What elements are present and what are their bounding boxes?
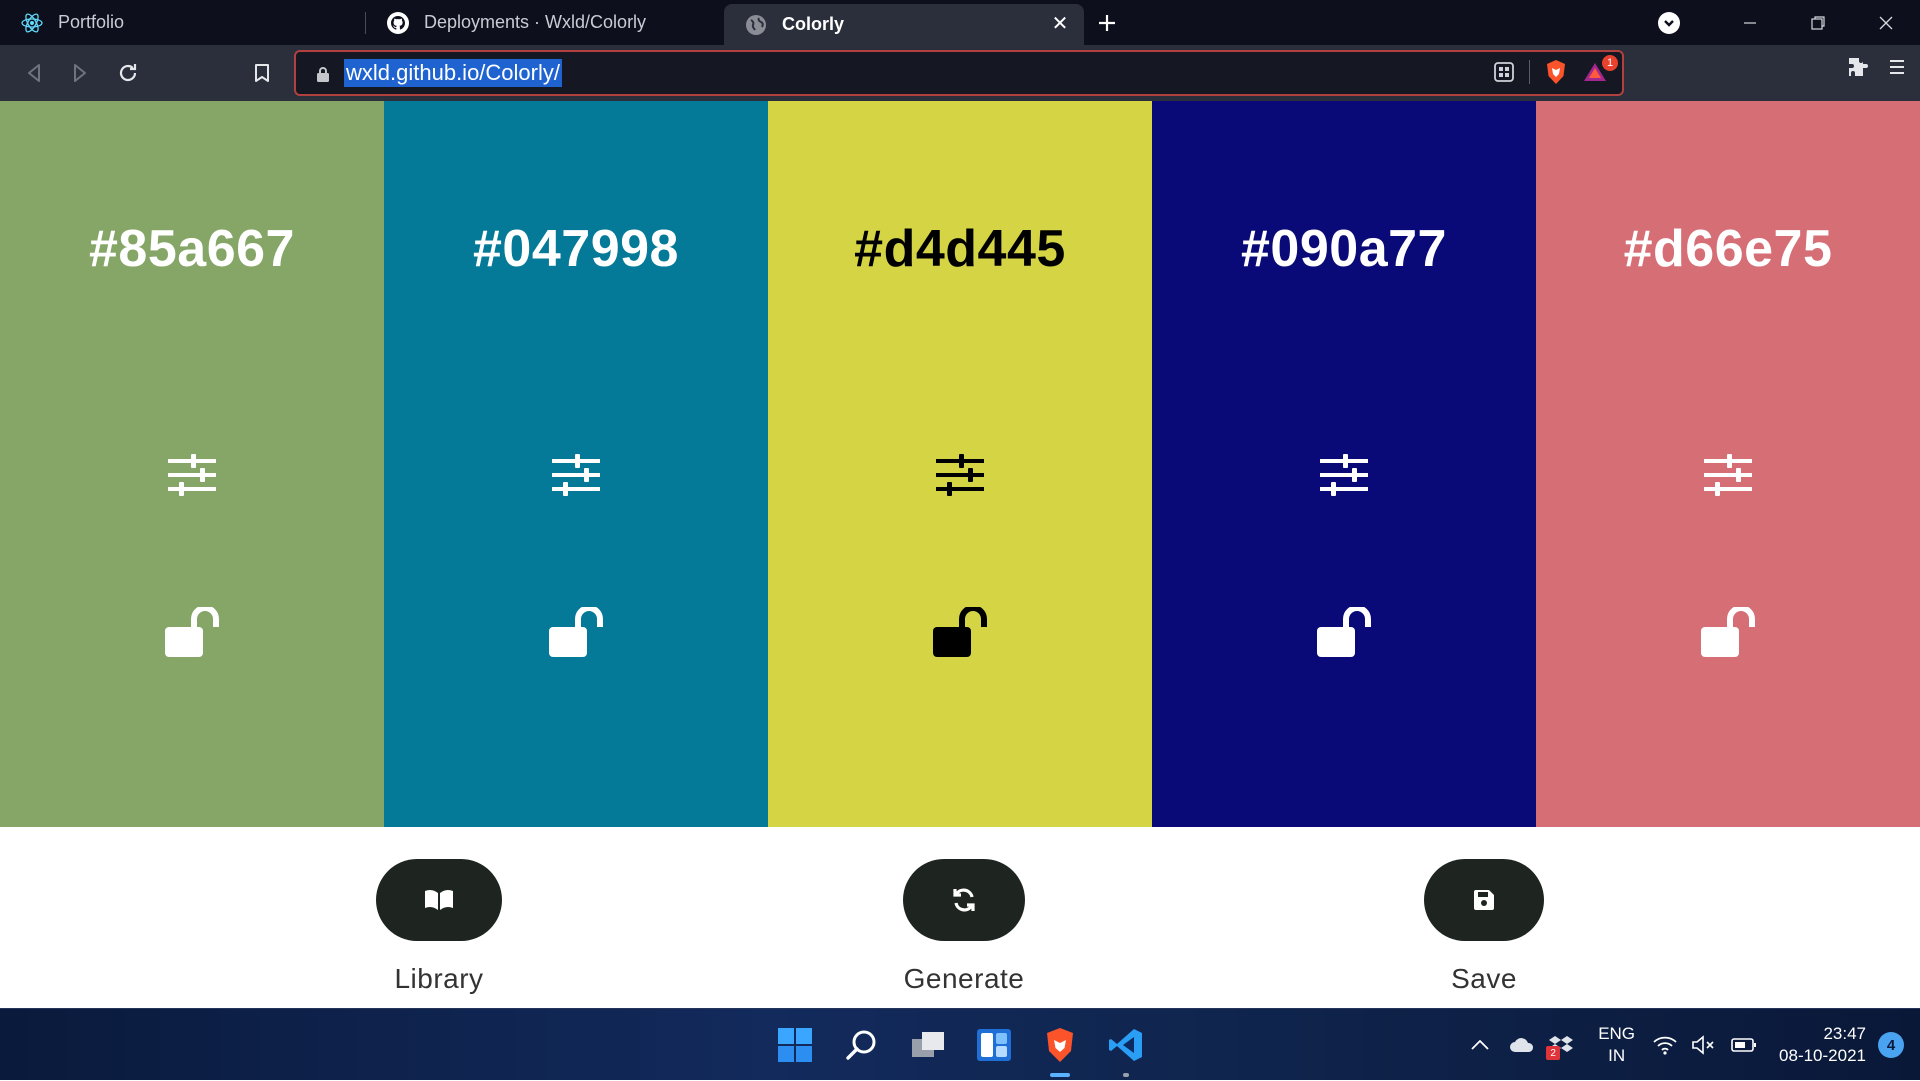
windows-start-icon[interactable] bbox=[773, 1023, 817, 1067]
adjust-sliders-icon[interactable] bbox=[1703, 453, 1753, 497]
brave-rewards-icon[interactable]: 1 bbox=[1582, 55, 1618, 83]
color-column: #d4d445 bbox=[768, 101, 1152, 827]
extensions-icon[interactable] bbox=[1846, 55, 1870, 79]
forward-icon[interactable] bbox=[62, 55, 98, 91]
new-tab-button[interactable] bbox=[1084, 0, 1130, 45]
tab-colorly[interactable]: Colorly ✕ bbox=[724, 4, 1084, 45]
library-label: Library bbox=[394, 963, 484, 994]
generate-label: Generate bbox=[903, 963, 1025, 994]
adjust-sliders-icon[interactable] bbox=[1319, 453, 1369, 497]
tab-title: Deployments · Wxld/Colorly bbox=[424, 12, 647, 32]
volume-muted-icon[interactable] bbox=[1691, 1035, 1717, 1055]
url-text: wxld.github.io/Colorly/ bbox=[344, 59, 562, 87]
brave-browser-icon[interactable] bbox=[1038, 1023, 1082, 1077]
color-column: #d66e75 bbox=[1536, 101, 1920, 827]
tab-portfolio[interactable]: Portfolio bbox=[0, 0, 366, 45]
onedrive-icon[interactable] bbox=[1508, 1036, 1536, 1054]
unlock-icon[interactable] bbox=[548, 605, 604, 659]
adjust-sliders-icon[interactable] bbox=[551, 453, 601, 497]
close-window-button[interactable] bbox=[1852, 0, 1920, 45]
qr-code-icon[interactable] bbox=[1493, 61, 1515, 83]
search-icon[interactable] bbox=[840, 1023, 884, 1067]
lock-icon bbox=[316, 66, 330, 82]
window-controls bbox=[1658, 0, 1920, 45]
tab-title: Colorly bbox=[782, 14, 845, 34]
notification-badge[interactable]: 4 bbox=[1878, 1032, 1904, 1058]
bookmark-icon[interactable] bbox=[244, 55, 280, 91]
restore-button[interactable] bbox=[1784, 0, 1852, 45]
github-icon bbox=[386, 11, 410, 35]
tab-deployments[interactable]: Deployments · Wxld/Colorly bbox=[366, 0, 724, 45]
dropbox-icon[interactable]: 2 bbox=[1546, 1034, 1574, 1060]
hex-label[interactable]: #047998 bbox=[384, 219, 768, 279]
browser-tab-strip: Portfolio Deployments · Wxld/Colorly Col… bbox=[0, 0, 1920, 45]
globe-icon bbox=[744, 13, 768, 37]
hex-label[interactable]: #d4d445 bbox=[768, 219, 1152, 279]
save-label: Save bbox=[1451, 963, 1517, 994]
generate-button[interactable] bbox=[903, 859, 1025, 941]
brave-shields-icon[interactable] bbox=[1544, 59, 1568, 85]
book-open-icon bbox=[423, 888, 455, 912]
unlock-icon[interactable] bbox=[164, 605, 220, 659]
unlock-icon[interactable] bbox=[932, 605, 988, 659]
close-tab-icon[interactable]: ✕ bbox=[1048, 12, 1072, 36]
system-tray: 2 ENG IN 23:47 08-10-2021 4 bbox=[1470, 1009, 1920, 1081]
unlock-icon[interactable] bbox=[1316, 605, 1372, 659]
color-column: #047998 bbox=[384, 101, 768, 827]
back-icon[interactable] bbox=[16, 55, 52, 91]
wifi-icon[interactable] bbox=[1653, 1035, 1677, 1055]
color-column: #85a667 bbox=[0, 101, 384, 827]
minimize-button[interactable] bbox=[1716, 0, 1784, 45]
clock[interactable]: 23:47 08-10-2021 bbox=[1779, 1023, 1866, 1067]
save-control: Save bbox=[1424, 859, 1544, 995]
color-palette: #85a667 #047998 #d4d445 #090a77 #d66e75 bbox=[0, 101, 1920, 827]
adjust-sliders-icon[interactable] bbox=[167, 453, 217, 497]
address-bar[interactable]: wxld.github.io/Colorly/ 1 bbox=[294, 50, 1624, 96]
controls-panel: Library Generate Save bbox=[0, 827, 1920, 1007]
battery-icon[interactable] bbox=[1731, 1037, 1757, 1053]
language-code: ENG bbox=[1598, 1024, 1636, 1043]
reload-icon[interactable] bbox=[110, 55, 146, 91]
hex-label[interactable]: #85a667 bbox=[0, 219, 384, 279]
chevron-up-icon[interactable] bbox=[1470, 1039, 1490, 1051]
tab-search-icon[interactable] bbox=[1658, 11, 1680, 34]
library-control: Library bbox=[352, 859, 526, 995]
region-code: IN bbox=[1608, 1046, 1626, 1065]
adjust-sliders-icon[interactable] bbox=[935, 453, 985, 497]
menu-icon[interactable] bbox=[1888, 58, 1906, 76]
save-button[interactable] bbox=[1424, 859, 1544, 941]
clock-date: 08-10-2021 bbox=[1779, 1046, 1866, 1065]
clock-time: 23:47 bbox=[1823, 1024, 1866, 1043]
task-view-icon[interactable] bbox=[906, 1023, 950, 1067]
language-indicator[interactable]: ENG IN bbox=[1598, 1023, 1635, 1067]
generate-control: Generate bbox=[876, 859, 1052, 995]
refresh-icon bbox=[950, 886, 978, 914]
hex-label[interactable]: #090a77 bbox=[1152, 219, 1536, 279]
react-icon bbox=[20, 11, 44, 35]
floppy-disk-icon bbox=[1472, 888, 1496, 912]
running-indicator bbox=[1123, 1073, 1129, 1077]
widgets-icon[interactable] bbox=[972, 1023, 1016, 1067]
vscode-icon[interactable] bbox=[1104, 1023, 1148, 1077]
library-button[interactable] bbox=[376, 859, 502, 941]
browser-toolbar: wxld.github.io/Colorly/ 1 bbox=[0, 45, 1920, 101]
tab-title: Portfolio bbox=[58, 12, 125, 32]
color-column: #090a77 bbox=[1152, 101, 1536, 827]
windows-taskbar: 2 ENG IN 23:47 08-10-2021 4 bbox=[0, 1008, 1920, 1080]
hex-label[interactable]: #d66e75 bbox=[1536, 219, 1920, 279]
unlock-icon[interactable] bbox=[1700, 605, 1756, 659]
rewards-badge: 1 bbox=[1602, 55, 1618, 71]
dropbox-badge: 2 bbox=[1546, 1046, 1561, 1060]
url-divider bbox=[1529, 60, 1530, 84]
